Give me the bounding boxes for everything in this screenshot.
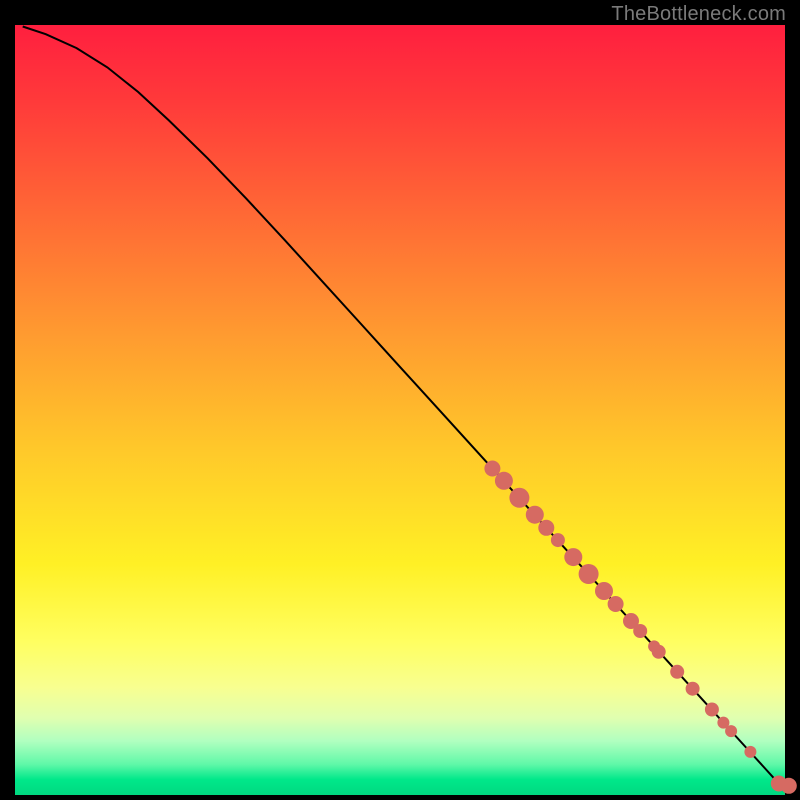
data-point (551, 533, 565, 547)
data-point (595, 582, 613, 600)
data-point (495, 472, 513, 490)
data-point (781, 778, 797, 794)
data-point (686, 682, 700, 696)
data-point (526, 506, 544, 524)
data-point (538, 520, 554, 536)
data-point (564, 548, 582, 566)
data-point (705, 703, 719, 717)
data-point (725, 725, 737, 737)
watermark-text: TheBottleneck.com (611, 3, 786, 26)
data-point (509, 488, 529, 508)
data-point (744, 746, 756, 758)
data-point (670, 665, 684, 679)
data-point (652, 645, 666, 659)
trend-curve (23, 27, 778, 782)
data-point (633, 624, 647, 638)
scatter-points (484, 461, 796, 794)
data-point (608, 596, 624, 612)
chart-svg (15, 25, 785, 795)
chart-area (15, 25, 785, 795)
data-point (579, 564, 599, 584)
